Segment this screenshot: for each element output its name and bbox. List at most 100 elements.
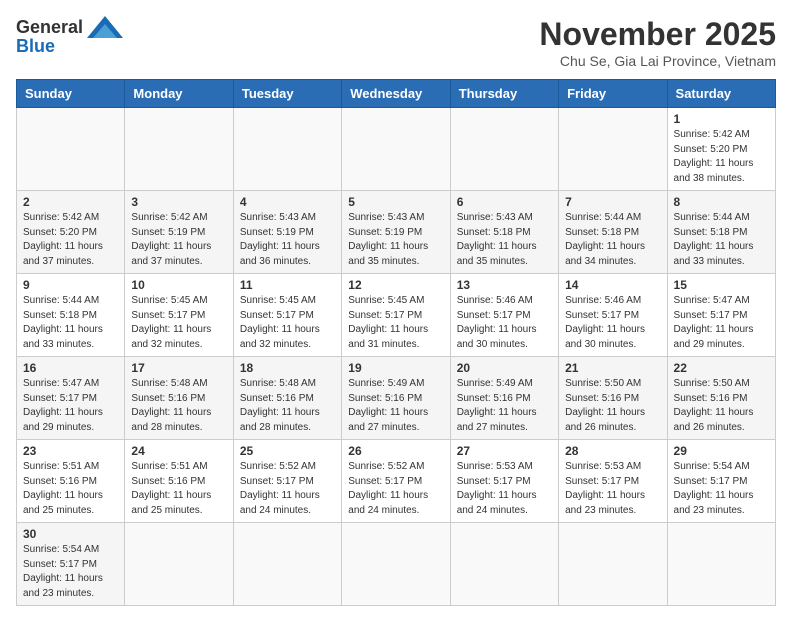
day-info: Sunrise: 5:46 AM Sunset: 5:17 PM Dayligh… — [457, 294, 552, 352]
calendar-cell: 30 Sunrise: 5:54 AM Sunset: 5:17 PM Dayli… — [17, 523, 125, 606]
calendar-cell: 26 Sunrise: 5:52 AM Sunset: 5:17 PM Dayli… — [342, 440, 450, 523]
calendar-cell — [125, 108, 233, 191]
day-number: 3 — [131, 195, 226, 209]
day-number: 28 — [565, 444, 660, 458]
day-info: Sunrise: 5:53 AM Sunset: 5:17 PM Dayligh… — [565, 460, 660, 518]
weekday-header-monday: Monday — [125, 80, 233, 108]
day-info: Sunrise: 5:47 AM Sunset: 5:17 PM Dayligh… — [674, 294, 769, 352]
day-number: 14 — [565, 278, 660, 292]
day-info: Sunrise: 5:45 AM Sunset: 5:17 PM Dayligh… — [131, 294, 226, 352]
day-info: Sunrise: 5:53 AM Sunset: 5:17 PM Dayligh… — [457, 460, 552, 518]
weekday-header-thursday: Thursday — [450, 80, 558, 108]
day-info: Sunrise: 5:52 AM Sunset: 5:17 PM Dayligh… — [240, 460, 335, 518]
title-block: November 2025 Chu Se, Gia Lai Province, … — [539, 16, 776, 69]
calendar-cell — [17, 108, 125, 191]
weekday-header-tuesday: Tuesday — [233, 80, 341, 108]
day-number: 23 — [23, 444, 118, 458]
week-row-0: 1 Sunrise: 5:42 AM Sunset: 5:20 PM Daylig… — [17, 108, 776, 191]
day-info: Sunrise: 5:44 AM Sunset: 5:18 PM Dayligh… — [565, 211, 660, 269]
day-number: 18 — [240, 361, 335, 375]
logo-blue-icon — [87, 16, 123, 38]
calendar-cell: 27 Sunrise: 5:53 AM Sunset: 5:17 PM Dayli… — [450, 440, 558, 523]
logo: General Blue — [16, 16, 123, 57]
week-row-5: 30 Sunrise: 5:54 AM Sunset: 5:17 PM Dayli… — [17, 523, 776, 606]
day-info: Sunrise: 5:52 AM Sunset: 5:17 PM Dayligh… — [348, 460, 443, 518]
day-number: 19 — [348, 361, 443, 375]
calendar-cell: 13Sunrise: 5:46 AM Sunset: 5:17 PM Dayli… — [450, 274, 558, 357]
day-info: Sunrise: 5:42 AM Sunset: 5:20 PM Dayligh… — [23, 211, 118, 269]
month-title: November 2025 — [539, 16, 776, 53]
weekday-header-friday: Friday — [559, 80, 667, 108]
week-row-1: 2 Sunrise: 5:42 AM Sunset: 5:20 PM Daylig… — [17, 191, 776, 274]
calendar-cell: 11Sunrise: 5:45 AM Sunset: 5:17 PM Dayli… — [233, 274, 341, 357]
weekday-header-row: SundayMondayTuesdayWednesdayThursdayFrid… — [17, 80, 776, 108]
calendar-cell: 21Sunrise: 5:50 AM Sunset: 5:16 PM Dayli… — [559, 357, 667, 440]
calendar-cell — [667, 523, 775, 606]
day-number: 1 — [674, 112, 769, 126]
day-info: Sunrise: 5:44 AM Sunset: 5:18 PM Dayligh… — [23, 294, 118, 352]
day-info: Sunrise: 5:50 AM Sunset: 5:16 PM Dayligh… — [674, 377, 769, 435]
week-row-3: 16Sunrise: 5:47 AM Sunset: 5:17 PM Dayli… — [17, 357, 776, 440]
calendar-cell: 8Sunrise: 5:44 AM Sunset: 5:18 PM Daylig… — [667, 191, 775, 274]
calendar-cell: 17Sunrise: 5:48 AM Sunset: 5:16 PM Dayli… — [125, 357, 233, 440]
calendar-cell: 7 Sunrise: 5:44 AM Sunset: 5:18 PM Daylig… — [559, 191, 667, 274]
day-number: 6 — [457, 195, 552, 209]
day-number: 20 — [457, 361, 552, 375]
weekday-header-saturday: Saturday — [667, 80, 775, 108]
header: General Blue November 2025 Chu Se, Gia L… — [16, 16, 776, 69]
day-number: 30 — [23, 527, 118, 541]
calendar-cell — [125, 523, 233, 606]
calendar-cell: 3 Sunrise: 5:42 AM Sunset: 5:19 PM Daylig… — [125, 191, 233, 274]
day-info: Sunrise: 5:45 AM Sunset: 5:17 PM Dayligh… — [348, 294, 443, 352]
week-row-2: 9 Sunrise: 5:44 AM Sunset: 5:18 PM Daylig… — [17, 274, 776, 357]
day-info: Sunrise: 5:51 AM Sunset: 5:16 PM Dayligh… — [23, 460, 118, 518]
logo-general-text: General — [16, 17, 83, 38]
calendar-cell: 9 Sunrise: 5:44 AM Sunset: 5:18 PM Daylig… — [17, 274, 125, 357]
day-info: Sunrise: 5:48 AM Sunset: 5:16 PM Dayligh… — [240, 377, 335, 435]
calendar-cell: 22 Sunrise: 5:50 AM Sunset: 5:16 PM Dayli… — [667, 357, 775, 440]
calendar-cell: 2 Sunrise: 5:42 AM Sunset: 5:20 PM Daylig… — [17, 191, 125, 274]
day-number: 4 — [240, 195, 335, 209]
day-info: Sunrise: 5:43 AM Sunset: 5:19 PM Dayligh… — [348, 211, 443, 269]
calendar-cell — [342, 108, 450, 191]
day-number: 24 — [131, 444, 226, 458]
calendar-cell — [342, 523, 450, 606]
calendar-cell — [450, 523, 558, 606]
day-number: 21 — [565, 361, 660, 375]
day-info: Sunrise: 5:42 AM Sunset: 5:20 PM Dayligh… — [674, 128, 769, 186]
calendar-cell: 23 Sunrise: 5:51 AM Sunset: 5:16 PM Dayli… — [17, 440, 125, 523]
day-number: 22 — [674, 361, 769, 375]
calendar-cell — [559, 108, 667, 191]
calendar-cell: 12Sunrise: 5:45 AM Sunset: 5:17 PM Dayli… — [342, 274, 450, 357]
day-number: 7 — [565, 195, 660, 209]
calendar-cell: 25 Sunrise: 5:52 AM Sunset: 5:17 PM Dayli… — [233, 440, 341, 523]
day-info: Sunrise: 5:54 AM Sunset: 5:17 PM Dayligh… — [674, 460, 769, 518]
day-info: Sunrise: 5:43 AM Sunset: 5:19 PM Dayligh… — [240, 211, 335, 269]
calendar-cell: 18 Sunrise: 5:48 AM Sunset: 5:16 PM Dayli… — [233, 357, 341, 440]
week-row-4: 23 Sunrise: 5:51 AM Sunset: 5:16 PM Dayli… — [17, 440, 776, 523]
calendar-cell — [559, 523, 667, 606]
day-number: 5 — [348, 195, 443, 209]
day-info: Sunrise: 5:42 AM Sunset: 5:19 PM Dayligh… — [131, 211, 226, 269]
day-info: Sunrise: 5:47 AM Sunset: 5:17 PM Dayligh… — [23, 377, 118, 435]
calendar-cell: 15Sunrise: 5:47 AM Sunset: 5:17 PM Dayli… — [667, 274, 775, 357]
day-number: 25 — [240, 444, 335, 458]
weekday-header-wednesday: Wednesday — [342, 80, 450, 108]
day-number: 27 — [457, 444, 552, 458]
calendar-cell: 28 Sunrise: 5:53 AM Sunset: 5:17 PM Dayli… — [559, 440, 667, 523]
day-info: Sunrise: 5:45 AM Sunset: 5:17 PM Dayligh… — [240, 294, 335, 352]
day-number: 8 — [674, 195, 769, 209]
day-info: Sunrise: 5:43 AM Sunset: 5:18 PM Dayligh… — [457, 211, 552, 269]
day-number: 17 — [131, 361, 226, 375]
location-title: Chu Se, Gia Lai Province, Vietnam — [539, 53, 776, 69]
calendar-cell: 20 Sunrise: 5:49 AM Sunset: 5:16 PM Dayli… — [450, 357, 558, 440]
calendar-cell — [233, 523, 341, 606]
day-info: Sunrise: 5:49 AM Sunset: 5:16 PM Dayligh… — [457, 377, 552, 435]
day-number: 9 — [23, 278, 118, 292]
day-info: Sunrise: 5:54 AM Sunset: 5:17 PM Dayligh… — [23, 543, 118, 601]
calendar-cell: 4 Sunrise: 5:43 AM Sunset: 5:19 PM Daylig… — [233, 191, 341, 274]
day-number: 2 — [23, 195, 118, 209]
day-number: 26 — [348, 444, 443, 458]
weekday-header-sunday: Sunday — [17, 80, 125, 108]
calendar-cell: 1 Sunrise: 5:42 AM Sunset: 5:20 PM Daylig… — [667, 108, 775, 191]
